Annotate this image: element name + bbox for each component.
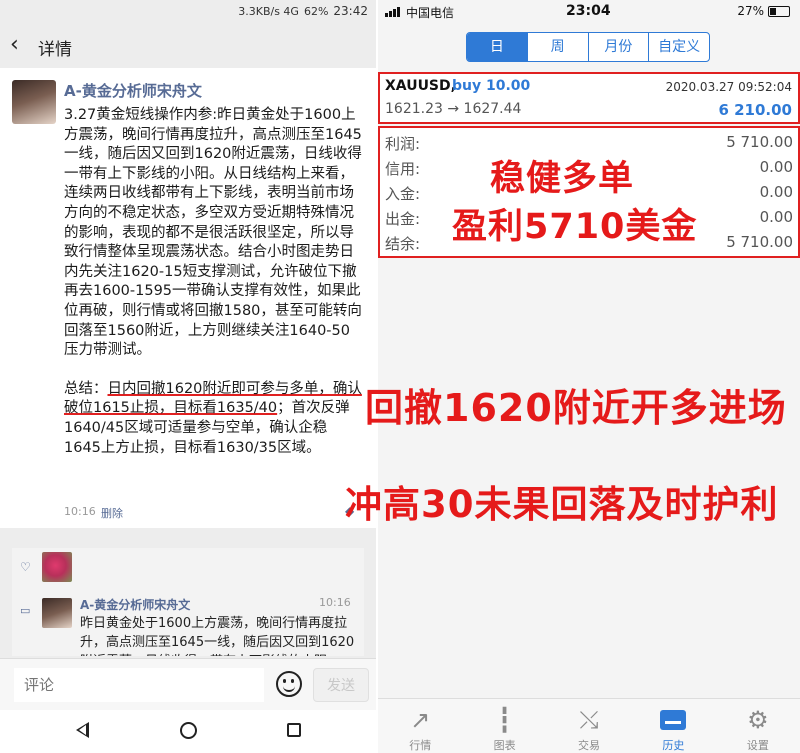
overlay-text-steady-long: 稳健多单 [490,159,635,199]
post-time: 10:16 [64,505,96,518]
summary-label: 入金: [385,185,421,203]
post-body: 3.27黄金短线操作内参:昨日黄金处于1600上方震荡，晚间行情再度拉升，高点测… [64,106,364,458]
comment-text: 昨日黄金处于1600上方震荡，晚间行情再度拉升，高点测压至1645一线，随后因又… [80,616,355,656]
summary-value: 5 710.00 [726,133,793,151]
comment-input[interactable] [14,668,264,702]
system-nav-bar [0,710,376,753]
emoji-icon[interactable] [276,671,302,697]
open-price: 1621.23 [385,101,443,117]
history-inbox-icon [660,710,687,730]
top-nav-bar: ‹ 详情 [0,24,376,68]
summary-value: 5 710.00 [726,233,793,251]
tab-label: 设置 [746,739,769,752]
tab-week[interactable]: 周 [528,33,589,61]
status-bar: 中国电信 23:04 27% [378,0,800,24]
period-segmented-control: 日 周 月份 自定义 [466,32,710,62]
order-side: buy 10.00 [452,78,531,94]
tab-label: 交易 [578,739,601,752]
post-content: A-黄金分析师宋舟文 3.27黄金短线操作内参:昨日黄金处于1600上方震荡，晚… [0,68,376,528]
back-triangle-icon[interactable] [76,722,89,738]
tab-label: 行情 [409,739,432,752]
order-profit: 6 210.00 [718,101,792,119]
tab-trade[interactable]: ⤯ 交易 [547,699,631,753]
tab-custom[interactable]: 自定义 [649,33,709,61]
tab-day[interactable]: 日 [467,33,528,61]
post-body-text: 3.27黄金短线操作内参:昨日黄金处于1600上方震荡，晚间行情再度拉升，高点测… [64,107,362,359]
delete-link[interactable]: 删除 [101,505,123,521]
carrier-name: 中国电信 [406,6,455,20]
comment-input-bar: 发送 [0,658,376,710]
comment-author[interactable]: A-黄金分析师宋舟文 [80,596,190,613]
tab-chart[interactable]: ┇ 图表 [462,699,546,753]
recent-square-icon[interactable] [287,723,301,737]
back-chevron-icon[interactable]: ‹ [10,32,19,57]
order-symbol: XAUUSD, [385,78,456,94]
status-signal: 3.3KB/s 4G [238,4,299,18]
account-summary: 利润: 5 710.00 信用: 0.00 入金: 0.00 出金: 0.00 结余: 5… [378,126,800,258]
status-bar: 3.3KB/s 4G 62% 23:42 [0,0,376,24]
order-prices: 1621.23 → 1627.44 [385,101,521,117]
author-avatar[interactable] [12,80,56,124]
summary-value: 0.00 [759,208,793,226]
battery-status: 27% [737,4,790,18]
summary-value: 0.00 [759,158,793,176]
battery-level: 62% [303,4,329,18]
market-trend-icon: ↗ [410,706,431,734]
author-name[interactable]: A-黄金分析师宋舟文 [64,80,202,101]
tab-month[interactable]: 月份 [589,33,650,61]
comment-icon: ▭ [20,604,31,617]
comment-time: 10:16 [319,596,351,609]
summary-label: 出金: [385,210,421,228]
order-row[interactable]: XAUUSD, buy 10.00 2020.03.27 09:52:04 16… [378,72,800,124]
heart-icon: ♡ [20,560,31,574]
home-circle-icon[interactable] [180,722,197,739]
tab-history[interactable]: 历史 [631,699,715,753]
period-header: 日 周 月份 自定义 [378,24,800,68]
tab-settings[interactable]: ⚙ 设置 [716,699,800,753]
tab-market[interactable]: ↗ 行情 [378,699,462,753]
trade-icon: ⤯ [579,706,599,734]
post-summary: 总结：日内回撤1620附近即可参与多单，确认破位1615止损，目标看1635/4… [64,380,364,458]
summary-value: 0.00 [759,183,793,201]
left-phone-screen: 3.3KB/s 4G 62% 23:42 ‹ 详情 A-黄金分析师宋舟文 3.2… [0,0,376,753]
bottom-tab-bar: ↗ 行情 ┇ 图表 ⤯ 交易 历史 ⚙ 设置 [378,698,800,753]
overlay-text-entry: 回撤1620附近开多进场 [365,386,787,430]
summary-label: 利润: [385,135,421,153]
send-button[interactable]: 发送 [313,668,369,702]
summary-prefix: 总结： [64,380,108,397]
summary-label: 结余: [385,235,421,253]
status-time: 23:04 [566,3,611,19]
close-price: 1627.44 [463,101,522,117]
summary-label: 信用: [385,160,421,178]
overlay-text-protect-profit: 冲高30未果回落及时护利 [345,483,779,526]
price-arrow: → [447,101,460,117]
page-title: 详情 [38,40,72,60]
comment-avatar[interactable] [42,598,72,628]
tab-label: 图表 [493,739,516,752]
signal-bars-icon [385,6,400,17]
gear-icon: ⚙ [747,706,769,734]
likes-comments-panel: ♡ ▭ A-黄金分析师宋舟文 10:16 昨日黄金处于1600上方震荡，晚间行情… [12,548,364,656]
battery-percent: 27% [737,4,764,18]
like-avatar[interactable] [42,552,72,582]
tab-label: 历史 [662,739,685,752]
candlestick-icon: ┇ [497,706,512,734]
status-time: 23:42 [333,4,368,18]
battery-icon [768,5,790,17]
overlay-text-profit: 盈利5710美金 [452,207,698,247]
order-date: 2020.03.27 09:52:04 [665,80,792,94]
